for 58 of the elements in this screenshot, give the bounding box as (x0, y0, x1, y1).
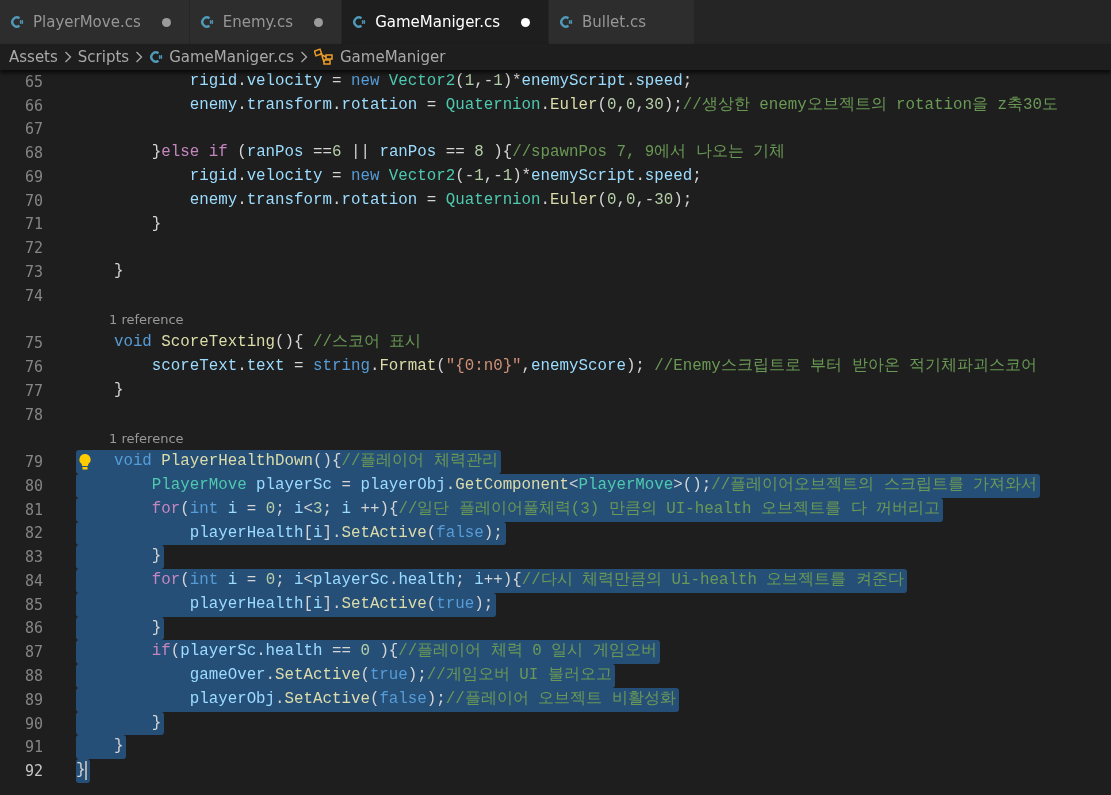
breadcrumb-item[interactable]: Scripts (77, 48, 130, 66)
class-icon (314, 48, 334, 66)
line-number: 67 (23, 120, 43, 139)
lightbulb-icon[interactable] (78, 453, 92, 472)
code-line: rigid.velocity = new Vector2(1,-1)*enemyScript.speed; (188, 71, 694, 92)
line-number: 66 (23, 96, 43, 115)
line-number: 71 (23, 215, 43, 234)
line-number: 80 (23, 476, 43, 495)
editor-tab[interactable]: PlayerMove.cs (0, 0, 190, 44)
line-number: 79 (23, 453, 43, 472)
code-line: scoreText.text = string.Format("{0:n0}",enemyScore); //Enemy스크립트로 부터 받아온 적기체파괴스코어 (150, 356, 1039, 378)
line-number: 78 (23, 405, 43, 424)
line-number: 90 (23, 714, 43, 733)
csharp-icon (559, 15, 573, 29)
code-line: void ScoreTexting(){ //스코어 표시 (112, 332, 423, 354)
csharp-icon (149, 50, 164, 64)
breadcrumb-item[interactable]: GameManiger.cs (169, 48, 294, 66)
breadcrumb-item[interactable]: Assets (9, 48, 58, 66)
codelens-link[interactable]: 1 reference (109, 430, 184, 446)
code-line: } (112, 261, 125, 283)
line-number: 77 (23, 381, 43, 400)
line-number: 81 (23, 500, 43, 519)
chevron-icon (63, 51, 72, 63)
line-number: 75 (23, 334, 43, 353)
line-number: 88 (23, 667, 43, 685)
line-number: 85 (23, 595, 43, 614)
codelens-link[interactable]: 1 reference (109, 312, 184, 328)
code-line: enemy.transform.rotation = Quaternion.Euler(0,0,-30); (188, 189, 694, 211)
line-number: 65 (23, 72, 43, 91)
chevron-icon (300, 51, 308, 63)
line-number: 86 (23, 619, 43, 638)
line-number: 87 (23, 643, 43, 662)
line-number: 84 (23, 571, 43, 590)
line-number: 92 (23, 762, 43, 781)
code-line: } (112, 379, 125, 401)
editor-tab[interactable]: GameManiger.cs (342, 0, 549, 44)
breadcrumb-item[interactable]: GameManiger (340, 48, 446, 66)
line-number: 73 (23, 263, 43, 281)
csharp-icon (352, 15, 367, 29)
line-number: 74 (23, 286, 43, 305)
line-number: 89 (23, 690, 43, 709)
code-line: }else if (ranPos ==6 || ranPos == 8 ){//spawnPos 7, 9에서 나오는 기체 (150, 142, 787, 164)
line-number: 72 (23, 239, 43, 258)
code-line: rigid.velocity = new Vector2(-1,-1)*enemyScript.speed; (188, 166, 703, 188)
line-number: 91 (23, 738, 43, 757)
csharp-icon (10, 15, 24, 29)
chevron-icon (135, 51, 144, 63)
code-line: } (150, 213, 163, 235)
line-number: 70 (23, 191, 43, 210)
line-number: 83 (23, 548, 43, 567)
editor-tab[interactable]: Enemy.cs (189, 0, 343, 44)
line-number: 82 (23, 524, 43, 543)
line-number: 68 (23, 144, 43, 163)
line-number: 69 (23, 167, 43, 186)
code-line: enemy.transform.rotation = Quaternion.Euler(0,0,30);//생상한 enemy오브젝트의 rotation을 z축30도 (188, 94, 1059, 116)
csharp-icon (199, 15, 214, 29)
editor-tab[interactable]: Bullet.cs (549, 0, 696, 44)
line-number: 76 (23, 358, 43, 377)
